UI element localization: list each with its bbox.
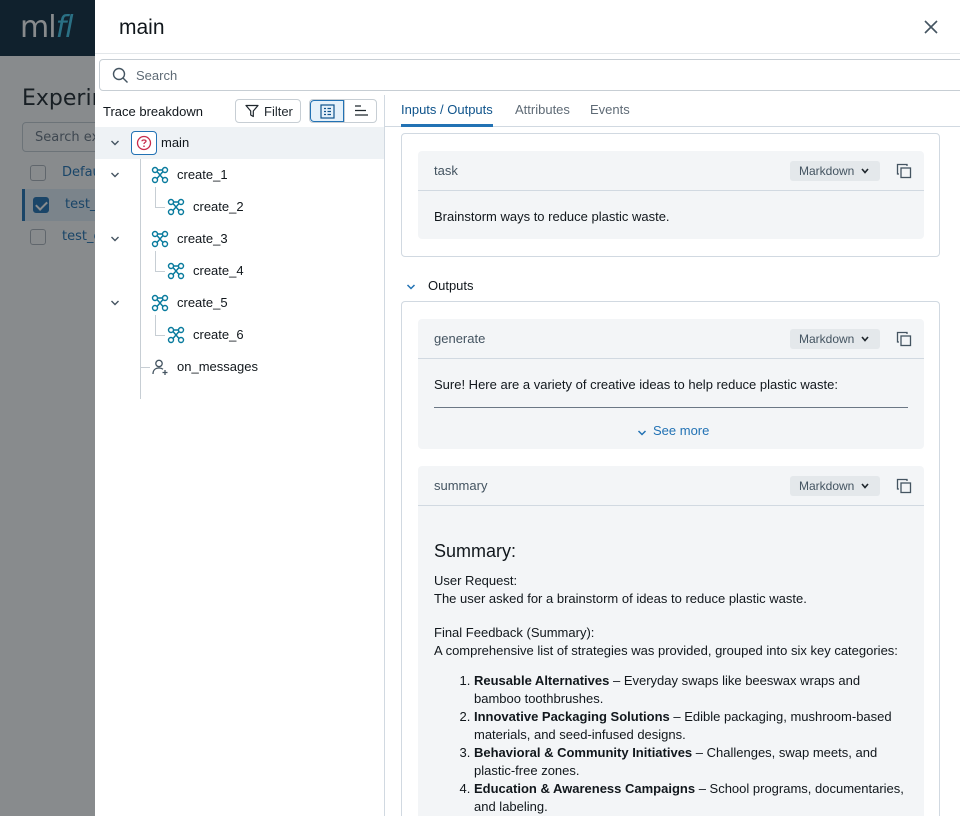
inputs-section: task Markdown Brainstorm ways to reduce … [401,133,940,257]
search-icon [112,67,128,83]
output-field-summary: summary Markdown Summary: User Request: … [418,466,924,816]
tree-view-button[interactable] [310,100,344,122]
trace-breakdown-pane: Trace breakdown Filter main create_1 cre… [95,95,385,816]
list-item: Education & Awareness Campaigns – School… [474,780,910,816]
field-value: Sure! Here are a variety of creative ide… [434,376,914,466]
user-icon [152,359,168,375]
drawer-header: main [95,0,960,54]
trace-breakdown-label: Trace breakdown [103,104,203,119]
timeline-view-button[interactable] [344,100,376,122]
final-feedback-block: Final Feedback (Summary): A comprehensiv… [434,624,910,660]
divider [434,407,908,408]
chevron-down-icon[interactable] [108,136,122,150]
search-field[interactable] [99,59,960,91]
chevron-down-icon[interactable] [108,232,122,246]
list-item: Behavioral & Community Initiatives – Cha… [474,744,910,780]
list-view-icon [320,104,335,119]
input-field-task: task Markdown Brainstorm ways to reduce … [418,151,924,239]
card-header: task Markdown [418,151,924,191]
span-detail-pane: Inputs / Outputs Attributes Events task … [385,95,960,816]
output-field-generate: generate Markdown Sure! Here are a varie… [418,319,924,449]
close-button[interactable] [922,18,940,36]
timeline-icon [355,105,368,116]
chain-icon [167,262,185,280]
final-feedback-text: A comprehensive list of strategies was p… [434,643,898,658]
markdown-content: Summary: User Request: The user asked fo… [434,542,910,816]
tree-node-create-2[interactable]: create_2 [95,191,384,223]
tree-node-on-messages[interactable]: on_messages [95,351,384,383]
card-header: generate Markdown [418,319,924,359]
tree-node-create-5[interactable]: create_5 [95,287,384,319]
copy-icon[interactable] [896,331,912,347]
chevron-down-icon [637,430,647,436]
tree-node-create-4[interactable]: create_4 [95,255,384,287]
chevron-down-icon [861,483,869,489]
field-key: summary [434,478,488,493]
tree-node-main[interactable]: main [95,127,384,159]
user-request-label: User Request: [434,573,518,588]
copy-icon[interactable] [896,478,912,494]
root-span-icon-box [131,131,157,155]
tree-node-create-3[interactable]: create_3 [95,223,384,255]
field-key: task [434,163,458,178]
drawer-title: main [119,16,165,39]
outputs-section: generate Markdown Sure! Here are a varie… [401,301,940,816]
format-select[interactable]: Markdown [790,329,880,349]
field-key: generate [434,331,486,346]
summary-heading: Summary: [434,541,517,561]
filter-button[interactable]: Filter [235,99,301,123]
user-request-block: User Request: The user asked for a brain… [434,572,910,608]
field-value: Brainstorm ways to reduce plastic waste. [434,209,670,224]
chain-icon [151,230,169,248]
detail-tabs: Inputs / Outputs Attributes Events [385,95,960,127]
search-input[interactable] [136,64,836,86]
chevron-down-icon [861,168,869,174]
tab-inputs-outputs[interactable]: Inputs / Outputs [401,102,493,127]
filter-icon [245,104,259,118]
chain-icon [167,198,185,216]
card-header: summary Markdown [418,466,924,506]
chevron-down-icon[interactable] [108,296,122,310]
chevron-down-icon [406,284,416,290]
tab-attributes[interactable]: Attributes [515,102,570,127]
copy-icon[interactable] [896,163,912,179]
trace-drawer: main Trace breakdown Filter [95,0,960,816]
chain-icon [167,326,185,344]
view-toggle [309,99,377,123]
field-value-text: Sure! Here are a variety of creative ide… [434,377,838,392]
chain-icon [151,166,169,184]
tab-events[interactable]: Events [590,102,630,127]
user-request-text: The user asked for a brainstorm of ideas… [434,591,807,606]
strategy-list: Reusable Alternatives – Everyday swaps l… [434,672,910,816]
chevron-down-icon[interactable] [108,168,122,182]
tree-node-create-1[interactable]: create_1 [95,159,384,191]
format-select[interactable]: Markdown [790,476,880,496]
question-icon [136,135,152,151]
close-icon [924,20,938,34]
tree-node-create-6[interactable]: create_6 [95,319,384,351]
final-feedback-label: Final Feedback (Summary): [434,625,595,640]
list-item: Innovative Packaging Solutions – Edible … [474,708,910,744]
chevron-down-icon [861,336,869,342]
list-item: Reusable Alternatives – Everyday swaps l… [474,672,910,708]
format-select[interactable]: Markdown [790,161,880,181]
chain-icon [151,294,169,312]
